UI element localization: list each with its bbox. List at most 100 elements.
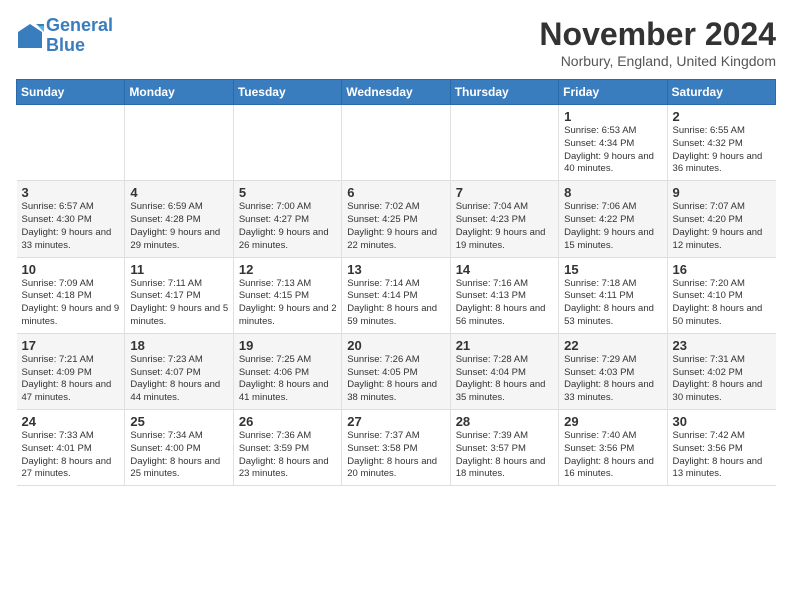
logo-icon xyxy=(16,22,44,50)
day-number: 1 xyxy=(564,109,662,124)
cell-w1-d5: 8Sunrise: 7:06 AM Sunset: 4:22 PM Daylig… xyxy=(559,181,667,257)
day-info: Sunrise: 7:20 AM Sunset: 4:10 PM Dayligh… xyxy=(673,278,772,329)
day-number: 14 xyxy=(456,262,554,277)
day-number: 26 xyxy=(239,414,337,429)
cell-w4-d0: 24Sunrise: 7:33 AM Sunset: 4:01 PM Dayli… xyxy=(17,410,125,486)
logo: General Blue xyxy=(16,16,113,56)
cell-w3-d1: 18Sunrise: 7:23 AM Sunset: 4:07 PM Dayli… xyxy=(125,333,233,409)
cell-w0-d5: 1Sunrise: 6:53 AM Sunset: 4:34 PM Daylig… xyxy=(559,105,667,181)
day-number: 19 xyxy=(239,338,337,353)
day-number: 5 xyxy=(239,185,337,200)
day-number: 2 xyxy=(673,109,772,124)
header-row: Sunday Monday Tuesday Wednesday Thursday… xyxy=(17,80,776,105)
day-info: Sunrise: 7:34 AM Sunset: 4:00 PM Dayligh… xyxy=(130,430,228,481)
day-number: 29 xyxy=(564,414,662,429)
cell-w1-d3: 6Sunrise: 7:02 AM Sunset: 4:25 PM Daylig… xyxy=(342,181,450,257)
col-sunday: Sunday xyxy=(17,80,125,105)
cell-w4-d3: 27Sunrise: 7:37 AM Sunset: 3:58 PM Dayli… xyxy=(342,410,450,486)
week-row-1: 3Sunrise: 6:57 AM Sunset: 4:30 PM Daylig… xyxy=(17,181,776,257)
day-info: Sunrise: 7:26 AM Sunset: 4:05 PM Dayligh… xyxy=(347,354,445,405)
cell-w2-d4: 14Sunrise: 7:16 AM Sunset: 4:13 PM Dayli… xyxy=(450,257,558,333)
day-info: Sunrise: 7:37 AM Sunset: 3:58 PM Dayligh… xyxy=(347,430,445,481)
day-info: Sunrise: 7:07 AM Sunset: 4:20 PM Dayligh… xyxy=(673,201,772,252)
day-info: Sunrise: 7:36 AM Sunset: 3:59 PM Dayligh… xyxy=(239,430,337,481)
day-info: Sunrise: 6:53 AM Sunset: 4:34 PM Dayligh… xyxy=(564,125,662,176)
day-info: Sunrise: 7:00 AM Sunset: 4:27 PM Dayligh… xyxy=(239,201,337,252)
day-number: 7 xyxy=(456,185,554,200)
day-number: 4 xyxy=(130,185,228,200)
day-info: Sunrise: 7:06 AM Sunset: 4:22 PM Dayligh… xyxy=(564,201,662,252)
day-info: Sunrise: 7:33 AM Sunset: 4:01 PM Dayligh… xyxy=(22,430,121,481)
week-row-0: 1Sunrise: 6:53 AM Sunset: 4:34 PM Daylig… xyxy=(17,105,776,181)
cell-w0-d1 xyxy=(125,105,233,181)
col-monday: Monday xyxy=(125,80,233,105)
cell-w4-d1: 25Sunrise: 7:34 AM Sunset: 4:00 PM Dayli… xyxy=(125,410,233,486)
day-number: 16 xyxy=(673,262,772,277)
cell-w4-d5: 29Sunrise: 7:40 AM Sunset: 3:56 PM Dayli… xyxy=(559,410,667,486)
day-info: Sunrise: 6:57 AM Sunset: 4:30 PM Dayligh… xyxy=(22,201,121,252)
cell-w3-d3: 20Sunrise: 7:26 AM Sunset: 4:05 PM Dayli… xyxy=(342,333,450,409)
logo-text: General Blue xyxy=(46,16,113,56)
cell-w1-d2: 5Sunrise: 7:00 AM Sunset: 4:27 PM Daylig… xyxy=(233,181,341,257)
day-number: 11 xyxy=(130,262,228,277)
day-number: 17 xyxy=(22,338,121,353)
cell-w0-d4 xyxy=(450,105,558,181)
day-number: 28 xyxy=(456,414,554,429)
day-info: Sunrise: 7:14 AM Sunset: 4:14 PM Dayligh… xyxy=(347,278,445,329)
cell-w3-d5: 22Sunrise: 7:29 AM Sunset: 4:03 PM Dayli… xyxy=(559,333,667,409)
cell-w4-d6: 30Sunrise: 7:42 AM Sunset: 3:56 PM Dayli… xyxy=(667,410,775,486)
cell-w0-d2 xyxy=(233,105,341,181)
day-info: Sunrise: 7:42 AM Sunset: 3:56 PM Dayligh… xyxy=(673,430,772,481)
logo-line2: Blue xyxy=(46,35,85,55)
month-title: November 2024 xyxy=(539,16,776,53)
cell-w3-d6: 23Sunrise: 7:31 AM Sunset: 4:02 PM Dayli… xyxy=(667,333,775,409)
col-saturday: Saturday xyxy=(667,80,775,105)
day-number: 21 xyxy=(456,338,554,353)
cell-w2-d0: 10Sunrise: 7:09 AM Sunset: 4:18 PM Dayli… xyxy=(17,257,125,333)
day-info: Sunrise: 7:21 AM Sunset: 4:09 PM Dayligh… xyxy=(22,354,121,405)
day-number: 25 xyxy=(130,414,228,429)
logo-line1: General xyxy=(46,15,113,35)
day-number: 18 xyxy=(130,338,228,353)
cell-w0-d3 xyxy=(342,105,450,181)
day-info: Sunrise: 7:18 AM Sunset: 4:11 PM Dayligh… xyxy=(564,278,662,329)
day-info: Sunrise: 7:02 AM Sunset: 4:25 PM Dayligh… xyxy=(347,201,445,252)
day-info: Sunrise: 7:23 AM Sunset: 4:07 PM Dayligh… xyxy=(130,354,228,405)
day-number: 12 xyxy=(239,262,337,277)
header: General Blue November 2024 Norbury, Engl… xyxy=(16,16,776,69)
cell-w3-d2: 19Sunrise: 7:25 AM Sunset: 4:06 PM Dayli… xyxy=(233,333,341,409)
calendar-table: Sunday Monday Tuesday Wednesday Thursday… xyxy=(16,79,776,486)
day-number: 13 xyxy=(347,262,445,277)
cell-w3-d4: 21Sunrise: 7:28 AM Sunset: 4:04 PM Dayli… xyxy=(450,333,558,409)
cell-w2-d5: 15Sunrise: 7:18 AM Sunset: 4:11 PM Dayli… xyxy=(559,257,667,333)
day-info: Sunrise: 7:09 AM Sunset: 4:18 PM Dayligh… xyxy=(22,278,121,329)
cell-w2-d6: 16Sunrise: 7:20 AM Sunset: 4:10 PM Dayli… xyxy=(667,257,775,333)
day-number: 20 xyxy=(347,338,445,353)
week-row-3: 17Sunrise: 7:21 AM Sunset: 4:09 PM Dayli… xyxy=(17,333,776,409)
day-number: 10 xyxy=(22,262,121,277)
day-number: 22 xyxy=(564,338,662,353)
col-wednesday: Wednesday xyxy=(342,80,450,105)
page: General Blue November 2024 Norbury, Engl… xyxy=(0,0,792,496)
cell-w0-d6: 2Sunrise: 6:55 AM Sunset: 4:32 PM Daylig… xyxy=(667,105,775,181)
day-info: Sunrise: 7:40 AM Sunset: 3:56 PM Dayligh… xyxy=(564,430,662,481)
title-block: November 2024 Norbury, England, United K… xyxy=(539,16,776,69)
day-info: Sunrise: 7:29 AM Sunset: 4:03 PM Dayligh… xyxy=(564,354,662,405)
cell-w3-d0: 17Sunrise: 7:21 AM Sunset: 4:09 PM Dayli… xyxy=(17,333,125,409)
day-info: Sunrise: 7:04 AM Sunset: 4:23 PM Dayligh… xyxy=(456,201,554,252)
cell-w0-d0 xyxy=(17,105,125,181)
week-row-2: 10Sunrise: 7:09 AM Sunset: 4:18 PM Dayli… xyxy=(17,257,776,333)
day-info: Sunrise: 6:59 AM Sunset: 4:28 PM Dayligh… xyxy=(130,201,228,252)
day-number: 6 xyxy=(347,185,445,200)
day-info: Sunrise: 7:11 AM Sunset: 4:17 PM Dayligh… xyxy=(130,278,228,329)
day-number: 23 xyxy=(673,338,772,353)
cell-w1-d6: 9Sunrise: 7:07 AM Sunset: 4:20 PM Daylig… xyxy=(667,181,775,257)
cell-w1-d0: 3Sunrise: 6:57 AM Sunset: 4:30 PM Daylig… xyxy=(17,181,125,257)
col-thursday: Thursday xyxy=(450,80,558,105)
day-number: 9 xyxy=(673,185,772,200)
day-number: 3 xyxy=(22,185,121,200)
day-number: 30 xyxy=(673,414,772,429)
day-info: Sunrise: 7:16 AM Sunset: 4:13 PM Dayligh… xyxy=(456,278,554,329)
day-info: Sunrise: 7:25 AM Sunset: 4:06 PM Dayligh… xyxy=(239,354,337,405)
cell-w2-d3: 13Sunrise: 7:14 AM Sunset: 4:14 PM Dayli… xyxy=(342,257,450,333)
